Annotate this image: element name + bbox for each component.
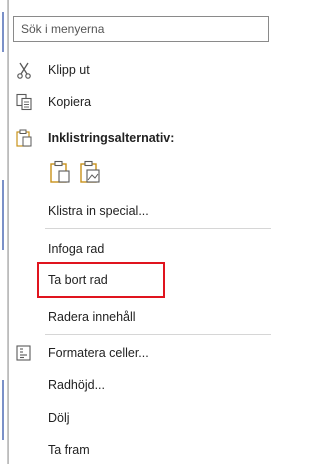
sheet-edge-mark bbox=[2, 12, 4, 52]
paste-options-header: Inklistringsalternativ: bbox=[9, 125, 275, 151]
sheet-edge-mark bbox=[2, 180, 4, 250]
menu-item-copy[interactable]: Kopiera bbox=[9, 89, 275, 115]
menu-separator bbox=[45, 334, 271, 335]
menu-item-label: Infoga rad bbox=[48, 242, 105, 256]
menu-separator bbox=[45, 228, 271, 229]
menu-item-label: Klistra in special... bbox=[48, 204, 149, 218]
clipboard-icon bbox=[15, 129, 33, 147]
paste-icon[interactable] bbox=[49, 160, 71, 184]
menu-item-label: Dölj bbox=[48, 411, 70, 425]
menu-item-label: Radhöjd... bbox=[48, 378, 105, 392]
search-input[interactable]: Sök i menyerna bbox=[13, 16, 269, 42]
format-cells-icon bbox=[15, 344, 33, 362]
menu-item-cut[interactable]: Klipp ut bbox=[9, 57, 275, 83]
menu-item-label: Formatera celler... bbox=[48, 346, 149, 360]
scissors-icon bbox=[15, 61, 33, 79]
menu-item-hide[interactable]: Dölj bbox=[9, 405, 275, 431]
menu-item-label: Kopiera bbox=[48, 95, 92, 109]
menu-item-unhide[interactable]: Ta fram bbox=[9, 437, 275, 463]
menu-item-label: Klipp ut bbox=[48, 63, 90, 77]
paste-picture-icon[interactable] bbox=[79, 160, 101, 184]
context-menu: Sök i menyerna Klipp ut Kopiera Inklistr… bbox=[8, 0, 275, 464]
menu-item-label: Radera innehåll bbox=[48, 310, 136, 324]
menu-item-label: Inklistringsalternativ: bbox=[48, 131, 175, 145]
menu-item-insert-row[interactable]: Infoga rad bbox=[9, 236, 275, 262]
sheet-edge bbox=[0, 0, 8, 464]
menu-item-clear-contents[interactable]: Radera innehåll bbox=[9, 304, 275, 330]
sheet-edge-mark bbox=[2, 380, 4, 440]
menu-item-format-cells[interactable]: Formatera celler... bbox=[9, 340, 275, 366]
menu-item-paste-special[interactable]: Klistra in special... bbox=[9, 198, 275, 224]
menu-item-row-height[interactable]: Radhöjd... bbox=[9, 372, 275, 398]
highlight-box bbox=[37, 262, 165, 298]
copy-icon bbox=[15, 93, 33, 111]
menu-item-label: Ta fram bbox=[48, 443, 90, 457]
